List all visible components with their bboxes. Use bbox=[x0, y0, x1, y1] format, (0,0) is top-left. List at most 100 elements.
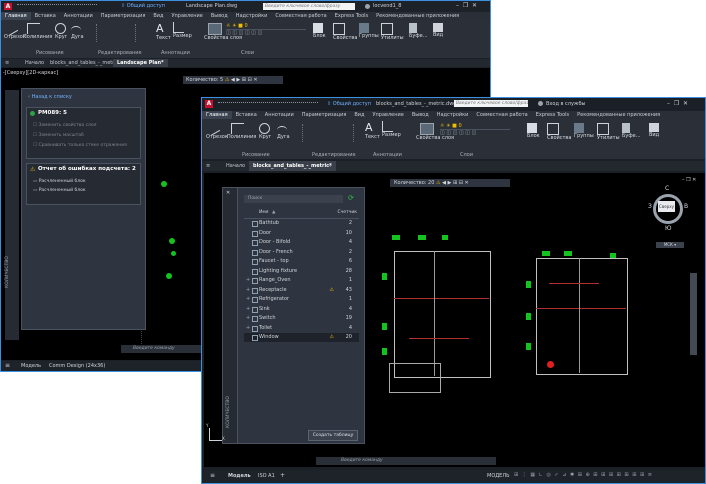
clipboard-tool[interactable]: Буфе... bbox=[409, 23, 428, 39]
viewcube-south[interactable]: Ю bbox=[665, 225, 671, 232]
polyline-tool[interactable]: Полилиния bbox=[23, 23, 52, 40]
menu-icon[interactable]: ≡ bbox=[202, 161, 214, 171]
polyline-tool[interactable]: Полилиния bbox=[227, 123, 256, 140]
block-tool[interactable]: Блок bbox=[313, 23, 326, 39]
utilities-tool[interactable]: Утилиты bbox=[597, 123, 620, 141]
command-line[interactable]: Введите команду bbox=[316, 457, 496, 465]
layout-tab[interactable]: Comm Design (24x36) bbox=[49, 363, 105, 369]
dimension-tool[interactable]: Размер bbox=[173, 22, 192, 39]
expand-icon[interactable]: + bbox=[246, 324, 250, 333]
block-card[interactable]: PM089: 5 ☐ Заменить свойства слоя ☐ Заме… bbox=[26, 107, 141, 159]
search-input[interactable]: Введите ключевое слово/фразу bbox=[454, 100, 528, 107]
quantity-toolbar[interactable]: Количество: 5 ⚠ ◀ ▶ ⊞ ⊟ ✕ bbox=[183, 76, 283, 84]
doc-tab-blocks[interactable]: blocks_and_tables_-_metric bbox=[46, 59, 122, 67]
create-table-button[interactable]: Создать таблицу bbox=[308, 430, 358, 441]
layer-dropdown[interactable]: ☼ ☀ ■ 0 ◫ ◫ ◫ ◫ ◫ ◫ bbox=[440, 123, 510, 141]
group-label-draw[interactable]: Рисование bbox=[36, 50, 64, 56]
sign-in-button[interactable]: Вход в службы bbox=[546, 101, 585, 107]
ribbon-tab[interactable]: Параметризация bbox=[97, 12, 150, 20]
block-row[interactable]: + Receptacle ⚠ 43 bbox=[244, 286, 359, 295]
layer-dropdown[interactable]: ☼ ☀ ■ 0 ◫ ◫ ◫ ◫ ◫ ◫ bbox=[226, 23, 306, 41]
ribbon-tab[interactable]: Главная bbox=[1, 12, 31, 20]
ribbon-tab[interactable]: Параметризация bbox=[298, 111, 351, 119]
option-checkbox[interactable]: ☐ Сравнивать только стеке отражения bbox=[33, 143, 127, 148]
ribbon-tab[interactable]: Вывод bbox=[207, 12, 232, 20]
ribbon-tab[interactable]: Главная bbox=[202, 111, 232, 119]
block-tool[interactable]: Блок bbox=[527, 123, 540, 139]
column-name[interactable]: Имя bbox=[259, 210, 268, 215]
text-tool[interactable]: A Текст bbox=[156, 22, 171, 41]
menu-icon[interactable]: ≡ bbox=[1, 59, 13, 67]
doc-tab-start[interactable]: Начало bbox=[222, 161, 249, 171]
share-button[interactable]: ⇧ Общий доступ bbox=[121, 3, 165, 9]
block-row[interactable]: + Switch 19 bbox=[244, 314, 359, 323]
error-item[interactable]: ▭ Расчлененный блок bbox=[33, 188, 86, 193]
ribbon-tab[interactable]: Вставка bbox=[232, 111, 261, 119]
ribbon-tab[interactable]: Управление bbox=[167, 12, 206, 20]
quantity-toolbar[interactable]: Количество: 20 ⚠ ◀ ▶ ⊞ ⊟ ✕ bbox=[390, 179, 510, 187]
viewcube-face[interactable]: Сверху bbox=[658, 201, 675, 212]
doc-tab-start[interactable]: Начало bbox=[21, 59, 48, 67]
block-row[interactable]: Bathtub 2 bbox=[244, 219, 359, 228]
palette-header[interactable]: Имя ▲ Счетчик bbox=[244, 210, 359, 219]
ribbon-tab[interactable]: Вид bbox=[350, 111, 368, 119]
ribbon-tab[interactable]: Надстройки bbox=[433, 111, 473, 119]
group-label-modify[interactable]: Редактирование bbox=[312, 152, 356, 158]
window-controls[interactable]: – ❐ ✕ bbox=[667, 100, 688, 107]
ribbon-tab[interactable]: Вывод bbox=[408, 111, 433, 119]
edit-tools-icon[interactable] bbox=[96, 24, 136, 42]
nav-arrows-icon[interactable]: ◀ ▶ ⊞ ⊟ ✕ bbox=[231, 77, 258, 83]
expand-icon[interactable]: + bbox=[246, 295, 250, 304]
viewport-label[interactable]: -[Сверху][2D-каркас] bbox=[3, 70, 58, 76]
utilities-tool[interactable]: Утилиты bbox=[381, 23, 404, 41]
block-row[interactable]: Faucet - top 6 bbox=[244, 257, 359, 266]
ribbon-tab[interactable]: Совместная работа bbox=[472, 111, 531, 119]
viewcube-west[interactable]: З bbox=[648, 203, 652, 210]
option-checkbox[interactable]: ☐ Заменить масштаб bbox=[33, 133, 84, 138]
text-tool[interactable]: A Текст bbox=[365, 121, 380, 140]
group-label-annotations[interactable]: Аннотации bbox=[373, 152, 402, 158]
add-layout-button[interactable]: + bbox=[280, 472, 285, 479]
groups-tool[interactable]: Группы bbox=[359, 23, 379, 39]
close-icon[interactable]: ✕ bbox=[226, 190, 230, 196]
block-row[interactable]: Window ⚠ 20 bbox=[244, 333, 359, 342]
error-item[interactable]: ▭ Расчлененный блок bbox=[33, 179, 86, 184]
arc-tool[interactable]: Дуга bbox=[277, 123, 290, 140]
viewcube-north[interactable]: С bbox=[665, 185, 669, 192]
back-to-list-link[interactable]: ‹ Назад к списку bbox=[28, 94, 72, 100]
drawing-canvas[interactable]: Количество: 20 ⚠ ◀ ▶ ⊞ ⊟ ✕ – ❐ ✕ ✕ КОЛИЧ… bbox=[204, 173, 705, 467]
block-row[interactable]: + Range_Oven 1 bbox=[244, 276, 359, 285]
block-row[interactable]: Lighting fixture 28 bbox=[244, 267, 359, 276]
ribbon-tab[interactable]: Вставка bbox=[31, 12, 60, 20]
view-tool[interactable]: Вид bbox=[433, 23, 443, 38]
ribbon-tab[interactable]: Надстройки bbox=[232, 12, 272, 20]
navigation-bar[interactable] bbox=[690, 273, 697, 355]
block-row[interactable]: Door - Bifold 4 bbox=[244, 238, 359, 247]
nav-arrows-icon[interactable]: ◀ ▶ ⊞ ⊟ ✕ bbox=[442, 180, 469, 186]
share-button[interactable]: ⇧ Общий доступ bbox=[327, 101, 371, 107]
quick-access-toolbar[interactable] bbox=[218, 102, 318, 108]
group-label-annotations[interactable]: Аннотации bbox=[161, 50, 190, 56]
user-icon[interactable] bbox=[538, 101, 543, 106]
ribbon-tab[interactable]: Аннотации bbox=[60, 12, 97, 20]
circle-tool[interactable]: Круг bbox=[259, 123, 271, 140]
quick-access-toolbar[interactable] bbox=[17, 4, 97, 10]
model-tab[interactable]: Модель bbox=[228, 473, 251, 479]
user-name[interactable]: locvend1_8 bbox=[373, 3, 401, 9]
ribbon-tab[interactable]: Рекомендованные приложения bbox=[573, 111, 664, 119]
block-row[interactable]: + Toilet 4 bbox=[244, 324, 359, 333]
arc-tool[interactable]: Дуга bbox=[71, 23, 84, 40]
expand-icon[interactable]: + bbox=[246, 305, 250, 314]
option-checkbox[interactable]: ☐ Заменить свойства слоя bbox=[33, 123, 96, 128]
doc-tab-blocks[interactable]: blocks_and_tables_-_metric* bbox=[249, 161, 336, 171]
group-label-draw[interactable]: Рисование bbox=[242, 152, 270, 158]
app-logo-icon[interactable]: A bbox=[205, 100, 213, 108]
ribbon-tab[interactable]: Рекомендованные приложения bbox=[372, 12, 463, 20]
viewcube-east[interactable]: В bbox=[684, 203, 688, 210]
view-tool[interactable]: Вид bbox=[649, 123, 659, 138]
palette-search-input[interactable]: Поиск bbox=[244, 195, 343, 203]
block-row[interactable]: Door 10 bbox=[244, 229, 359, 238]
ribbon-tab[interactable]: Аннотации bbox=[261, 111, 298, 119]
properties-tool[interactable]: Свойства bbox=[547, 123, 571, 141]
expand-icon[interactable]: + bbox=[246, 314, 250, 323]
